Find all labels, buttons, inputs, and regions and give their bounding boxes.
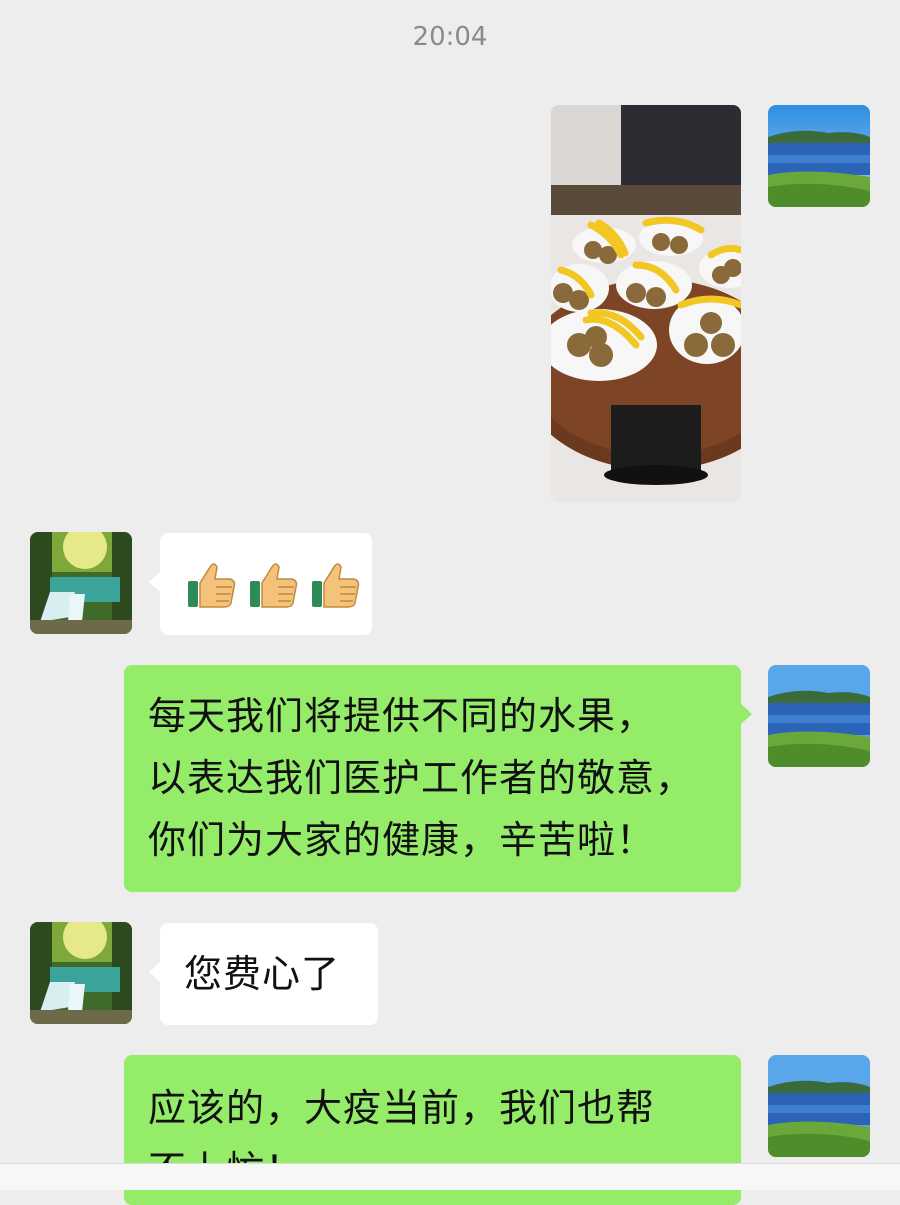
self-text-message-1[interactable]: 每天我们将提供不同的水果， 以表达我们医护工作者的敬意， 你们为大家的健康，辛苦… [124, 665, 752, 892]
lake-landscape-avatar [768, 105, 870, 207]
waterfall-landscape-avatar [30, 922, 132, 1024]
other-text-message[interactable]: 您费心了 [149, 923, 378, 1025]
emoji-row [160, 533, 372, 611]
thumbs-up-icon [250, 563, 298, 608]
self-avatar[interactable] [768, 665, 870, 767]
message-text: 您费心了 [184, 952, 341, 996]
thumbs-up-icon [312, 563, 360, 608]
chat-timestamp: 20:04 [412, 22, 488, 52]
fruit-plates-photo [551, 105, 741, 502]
self-avatar[interactable] [768, 105, 870, 207]
other-avatar[interactable] [30, 922, 132, 1024]
lake-landscape-avatar [768, 665, 870, 767]
lake-landscape-avatar [768, 1055, 870, 1157]
self-avatar[interactable] [768, 1055, 870, 1157]
message-text: 每天我们将提供不同的水果， 以表达我们医护工作者的敬意， 你们为大家的健康，辛苦… [148, 694, 695, 862]
emoji-message-bubble[interactable] [149, 533, 372, 635]
bottom-input-bar [0, 1163, 900, 1190]
other-avatar[interactable] [30, 532, 132, 634]
waterfall-landscape-avatar [30, 532, 132, 634]
fruit-photo-message[interactable] [551, 105, 741, 502]
thumbs-up-icon [188, 563, 236, 608]
